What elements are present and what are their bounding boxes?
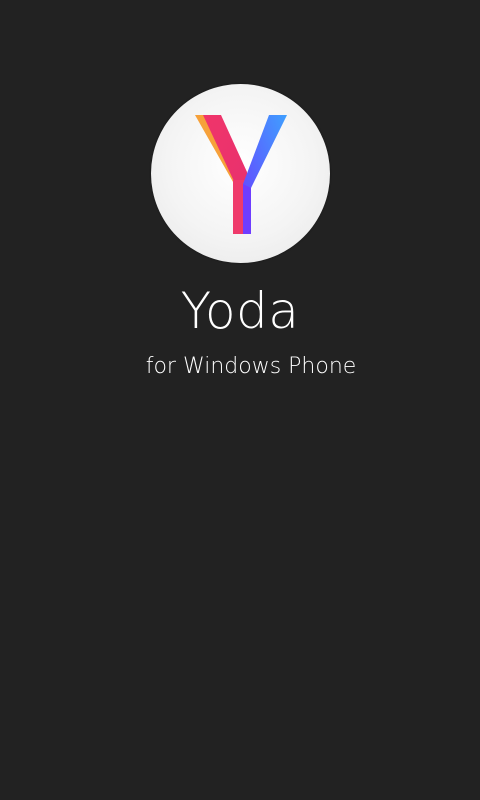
app-subtitle: for Windows Phone <box>145 354 357 379</box>
app-logo <box>151 84 330 263</box>
splash-screen: Yoda for Windows Phone <box>0 0 480 800</box>
yoda-y-logo-icon <box>195 115 287 234</box>
app-title: Yoda <box>180 282 300 340</box>
